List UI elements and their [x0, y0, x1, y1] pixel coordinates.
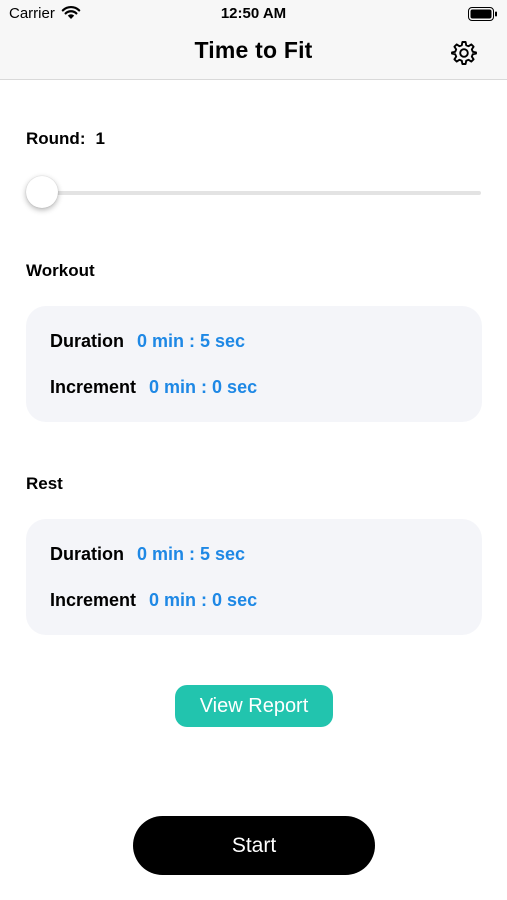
view-report-button[interactable]: View Report	[175, 685, 333, 727]
start-button[interactable]: Start	[133, 816, 375, 875]
workout-duration-label: Duration	[50, 331, 124, 351]
gear-icon[interactable]	[451, 40, 477, 66]
round-label-text: Round:	[26, 129, 86, 148]
rest-duration-value[interactable]: 0 min : 5 sec	[137, 544, 245, 564]
battery-icon	[468, 7, 497, 21]
workout-card: Duration 0 min : 5 sec Increment 0 min : 0…	[26, 306, 482, 422]
rest-increment-label: Increment	[50, 590, 137, 610]
rest-duration-label: Duration	[50, 544, 124, 564]
page-title: Time to Fit	[194, 37, 313, 63]
round-slider-track[interactable]	[36, 191, 481, 195]
round-value: 1	[95, 129, 105, 148]
workout-duration-value[interactable]: 0 min : 5 sec	[137, 331, 245, 351]
workout-section-title: Workout	[26, 261, 95, 280]
rest-section-title: Rest	[26, 474, 63, 493]
status-bar: Carrier 12:50 AM	[0, 0, 507, 28]
workout-increment-label: Increment	[50, 377, 137, 397]
rest-card: Duration 0 min : 5 sec Increment 0 min : 0…	[26, 519, 482, 635]
navigation-bar: Time to Fit	[0, 28, 507, 80]
status-time: 12:50 AM	[220, 5, 287, 22]
workout-increment-row: Increment 0 min : 0 sec	[50, 377, 257, 398]
rest-increment-row: Increment 0 min : 0 sec	[50, 590, 257, 611]
workout-duration-row: Duration 0 min : 5 sec	[50, 331, 245, 352]
workout-increment-value[interactable]: 0 min : 0 sec	[149, 377, 257, 397]
rest-duration-row: Duration 0 min : 5 sec	[50, 544, 245, 565]
round-label: Round: 1	[26, 129, 105, 149]
rest-increment-value[interactable]: 0 min : 0 sec	[149, 590, 257, 610]
round-slider-thumb[interactable]	[26, 176, 58, 208]
